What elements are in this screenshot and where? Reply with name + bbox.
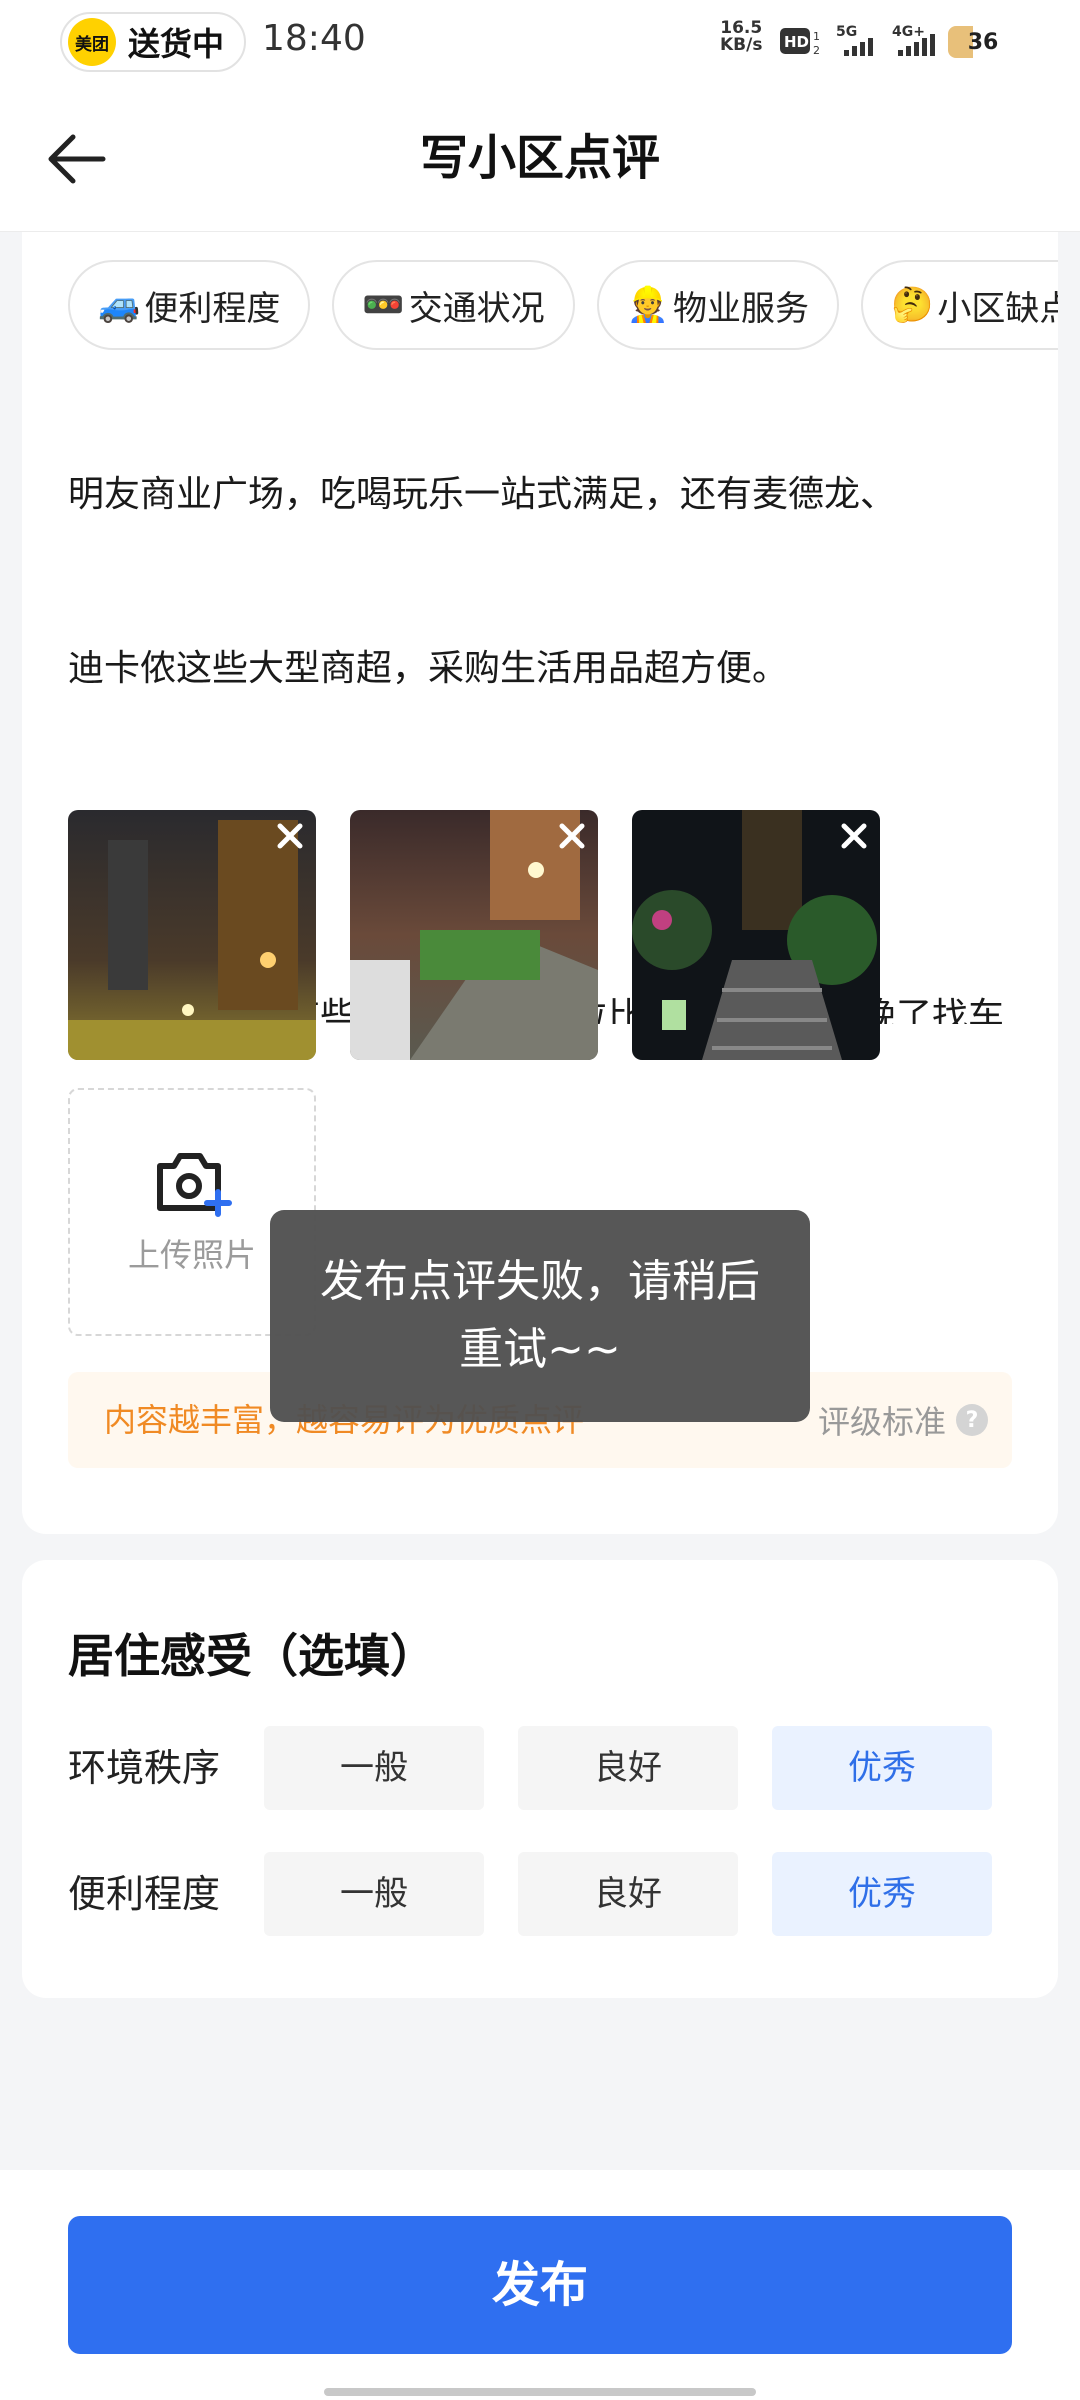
tag-label: 物业服务	[673, 288, 810, 329]
back-button[interactable]	[40, 124, 110, 194]
tag-label: 便利程度	[144, 288, 281, 329]
rating-standard-link[interactable]: 评级标准 ?	[818, 1372, 988, 1468]
battery-icon: 36	[948, 26, 1018, 58]
svg-text:2: 2	[813, 44, 820, 57]
publish-button[interactable]: 发布	[68, 2216, 1012, 2354]
delivery-status-pill[interactable]: 美团 送货中	[60, 12, 246, 72]
section-title: 居住感受（选填）	[68, 1629, 436, 1683]
close-icon	[277, 823, 303, 849]
status-bar: 美团 送货中 18:40 16.5 KB/s HD 1 2 5G 4G+ 36	[0, 0, 1080, 84]
rating-row-convenience: 便利程度 一般 良好 优秀	[22, 1852, 1058, 1936]
remove-photo-button[interactable]	[834, 816, 874, 856]
battery-level: 36	[967, 29, 999, 55]
close-icon	[559, 823, 585, 849]
option-excellent[interactable]: 优秀	[772, 1726, 992, 1810]
photo-thumbnail[interactable]	[68, 810, 316, 1060]
tag-drawbacks[interactable]: 🤔 小区缺点	[861, 260, 1058, 350]
status-time: 18:40	[262, 18, 366, 59]
upload-photo-label: 上传照片	[127, 1236, 256, 1274]
car-icon: 🚙	[98, 285, 141, 325]
option-good[interactable]: 良好	[518, 1726, 738, 1810]
tag-label: 小区缺点	[937, 288, 1058, 329]
photo-thumbnail[interactable]	[632, 810, 880, 1060]
review-line: 明友商业广场，吃喝玩乐一站式满足，还有麦德龙、	[68, 474, 897, 515]
photo-thumbnail[interactable]	[350, 810, 598, 1060]
thinking-face-icon: 🤔	[891, 285, 934, 325]
back-arrow-icon	[48, 134, 106, 184]
close-icon	[841, 823, 867, 849]
traffic-light-icon: 🚥	[362, 285, 405, 325]
nav-header: 写小区点评	[0, 84, 1080, 232]
svg-text:4G+: 4G+	[892, 24, 925, 40]
option-average[interactable]: 一般	[264, 1726, 484, 1810]
topic-tag-row: 🚙 便利程度 🚥 交通状况 👷 物业服务 🤔 小区缺点	[68, 260, 1058, 352]
delivery-status-text: 送货中	[128, 25, 225, 63]
net-speed-unit: KB/s	[720, 35, 763, 55]
rating-row-environment: 环境秩序 一般 良好 优秀	[22, 1726, 1058, 1810]
bottom-action-bar: 发布	[0, 2170, 1080, 2400]
svg-text:1: 1	[813, 30, 820, 43]
help-icon: ?	[956, 1404, 988, 1436]
review-line: 迪卡侬这些大型商超，采购生活用品超方便。	[68, 648, 789, 689]
remove-photo-button[interactable]	[552, 816, 592, 856]
rating-row-label: 便利程度	[68, 1872, 221, 1916]
option-average[interactable]: 一般	[264, 1852, 484, 1936]
rating-row-label: 环境秩序	[68, 1746, 221, 1790]
home-indicator[interactable]	[324, 2388, 756, 2396]
remove-photo-button[interactable]	[270, 816, 310, 856]
option-good[interactable]: 良好	[518, 1852, 738, 1936]
hd-icon: HD 1 2	[780, 28, 820, 57]
4g-signal-icon: 4G+	[892, 24, 935, 56]
tag-traffic[interactable]: 🚥 交通状况	[332, 260, 575, 350]
5g-signal-icon: 5G	[836, 24, 873, 56]
living-feeling-card: 居住感受（选填） 环境秩序 一般 良好 优秀 便利程度 一般 良好 优秀	[22, 1560, 1058, 1998]
rating-standard-label: 评级标准	[817, 1403, 946, 1441]
page-title: 写小区点评	[419, 130, 660, 186]
tag-label: 交通状况	[408, 288, 545, 329]
svg-text:HD: HD	[784, 33, 809, 51]
camera-add-icon	[157, 1153, 232, 1217]
option-excellent[interactable]: 优秀	[772, 1852, 992, 1936]
error-toast: 发布点评失败，请稍后重试~~	[270, 1210, 810, 1422]
worker-icon: 👷	[626, 285, 670, 325]
tag-convenience[interactable]: 🚙 便利程度	[68, 260, 311, 350]
meituan-logo: 美团	[68, 18, 116, 66]
net-speed: 16.5 KB/s	[720, 20, 762, 54]
svg-text:5G: 5G	[836, 24, 857, 40]
tag-property-service[interactable]: 👷 物业服务	[596, 260, 840, 350]
